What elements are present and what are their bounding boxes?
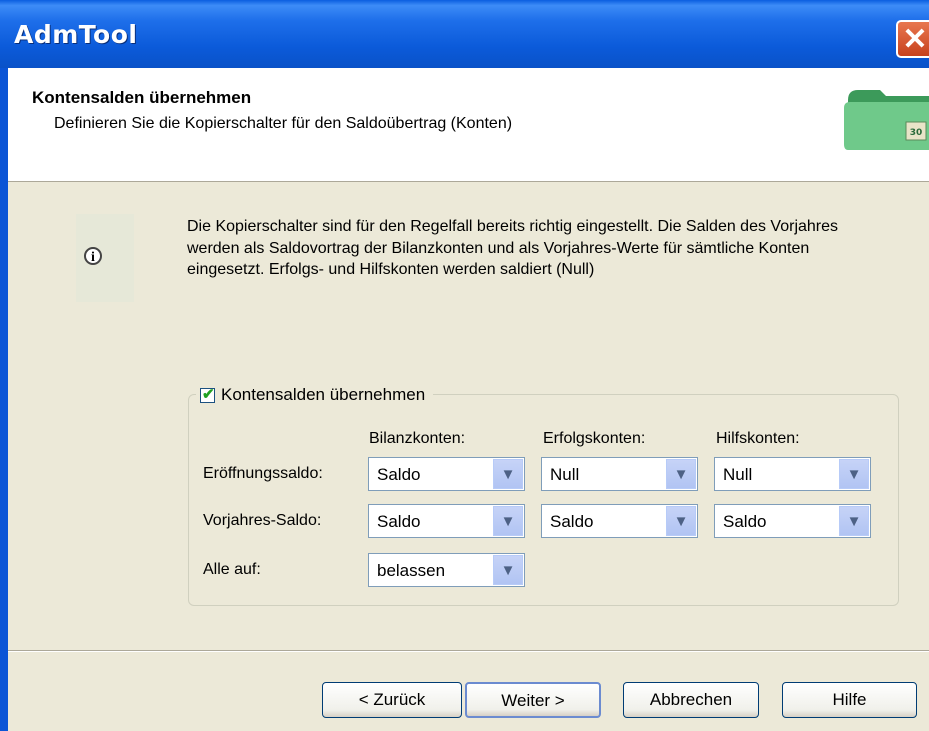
- select-value: Saldo: [377, 465, 421, 484]
- folder-calendar-icon: 30: [844, 90, 929, 150]
- vorjahr-hilfs-select[interactable]: Saldo ▼: [714, 504, 871, 538]
- select-value: belassen: [377, 561, 446, 580]
- eroeffnung-erfolg-select[interactable]: Null ▼: [541, 457, 698, 491]
- select-value: Saldo: [550, 512, 594, 531]
- kontensalden-checkbox[interactable]: ✔ Kontensalden übernehmen: [196, 383, 434, 407]
- chevron-down-icon[interactable]: ▼: [839, 459, 869, 489]
- close-button[interactable]: ✕: [896, 20, 929, 58]
- column-header-erfolgskonten: Erfolgskonten:: [543, 430, 646, 447]
- select-value: Saldo: [377, 512, 421, 531]
- info-icon: i: [84, 247, 102, 265]
- select-value: Null: [550, 465, 580, 484]
- column-header-hilfskonten: Hilfskonten:: [716, 430, 800, 447]
- chevron-down-icon[interactable]: ▼: [666, 459, 696, 489]
- select-value: Saldo: [723, 512, 767, 531]
- row-label-eroeffnungssaldo: Eröffnungssaldo:: [203, 465, 323, 482]
- window-frame: [0, 68, 8, 731]
- checkmark-icon: ✔: [202, 385, 215, 403]
- title-bar[interactable]: AdmTool ✕: [0, 0, 929, 68]
- chevron-down-icon[interactable]: ▼: [493, 555, 523, 585]
- vorjahr-erfolg-select[interactable]: Saldo ▼: [541, 504, 698, 538]
- info-text: Die Kopierschalter sind für den Regelfal…: [187, 218, 839, 278]
- page-title: Kontensalden übernehmen: [32, 88, 252, 107]
- chevron-down-icon[interactable]: ▼: [839, 506, 869, 536]
- checkbox[interactable]: ✔: [200, 385, 215, 403]
- close-icon: ✕: [902, 23, 928, 56]
- eroeffnung-hilfs-select[interactable]: Null ▼: [714, 457, 871, 491]
- vorjahr-bilanz-select[interactable]: Saldo ▼: [368, 504, 525, 538]
- footer-divider: [8, 650, 929, 652]
- help-button[interactable]: Hilfe: [782, 682, 917, 718]
- kontensalden-group: [188, 394, 899, 606]
- chevron-down-icon[interactable]: ▼: [493, 506, 523, 536]
- chevron-down-icon[interactable]: ▼: [666, 506, 696, 536]
- chevron-down-icon[interactable]: ▼: [493, 459, 523, 489]
- page-subtitle: Definieren Sie die Kopierschalter für de…: [54, 115, 513, 132]
- alle-auf-select[interactable]: belassen ▼: [368, 553, 525, 587]
- row-label-vorjahres-saldo: Vorjahres-Saldo:: [203, 512, 322, 529]
- checkbox-label: Kontensalden übernehmen: [221, 385, 426, 404]
- eroeffnung-bilanz-select[interactable]: Saldo ▼: [368, 457, 525, 491]
- cancel-button[interactable]: Abbrechen: [623, 682, 759, 718]
- calendar-badge: 30: [910, 128, 923, 138]
- select-value: Null: [723, 465, 753, 484]
- window-title: AdmTool: [14, 20, 138, 49]
- next-button[interactable]: Weiter >: [465, 682, 601, 718]
- alle-auf-label: Alle auf:: [203, 561, 261, 578]
- column-header-bilanzkonten: Bilanzkonten:: [369, 430, 466, 447]
- back-button[interactable]: < Zurück: [322, 682, 462, 718]
